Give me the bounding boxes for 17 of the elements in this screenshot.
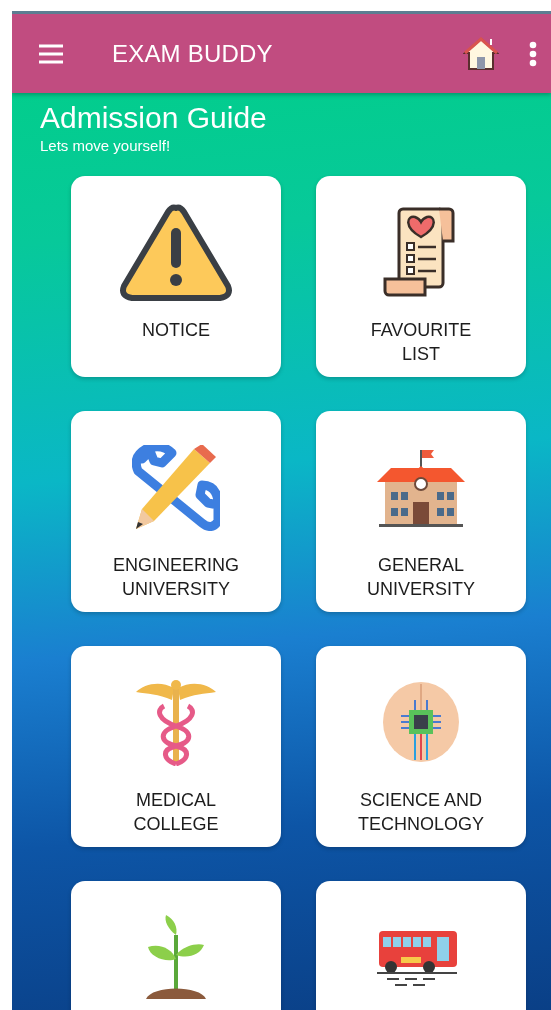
category-card[interactable]: MEDICAL COLLEGE — [71, 646, 281, 847]
category-card[interactable]: NOTICE — [71, 176, 281, 377]
category-card[interactable]: GENERAL UNIVERSITY — [316, 411, 526, 612]
category-card[interactable]: ENGINEERING UNIVERSITY — [71, 411, 281, 612]
page-title: Admission Guide — [40, 101, 268, 135]
menu-icon[interactable] — [38, 43, 64, 64]
more-options-icon[interactable] — [529, 40, 537, 67]
school-building-icon — [377, 448, 465, 528]
category-card[interactable]: SCIENCE AND TECHNOLOGY — [316, 646, 526, 847]
warning-icon — [118, 202, 234, 304]
caduceus-icon — [134, 680, 218, 766]
app-title: EXAM BUDDY — [112, 39, 274, 68]
category-card[interactable]: FAVOURITE LIST — [316, 176, 526, 377]
sprout-icon — [144, 915, 208, 1001]
wrench-and-pencil-icon — [132, 445, 220, 531]
page-subtitle: Lets move yourself! — [40, 136, 172, 156]
home-icon[interactable] — [463, 36, 499, 71]
